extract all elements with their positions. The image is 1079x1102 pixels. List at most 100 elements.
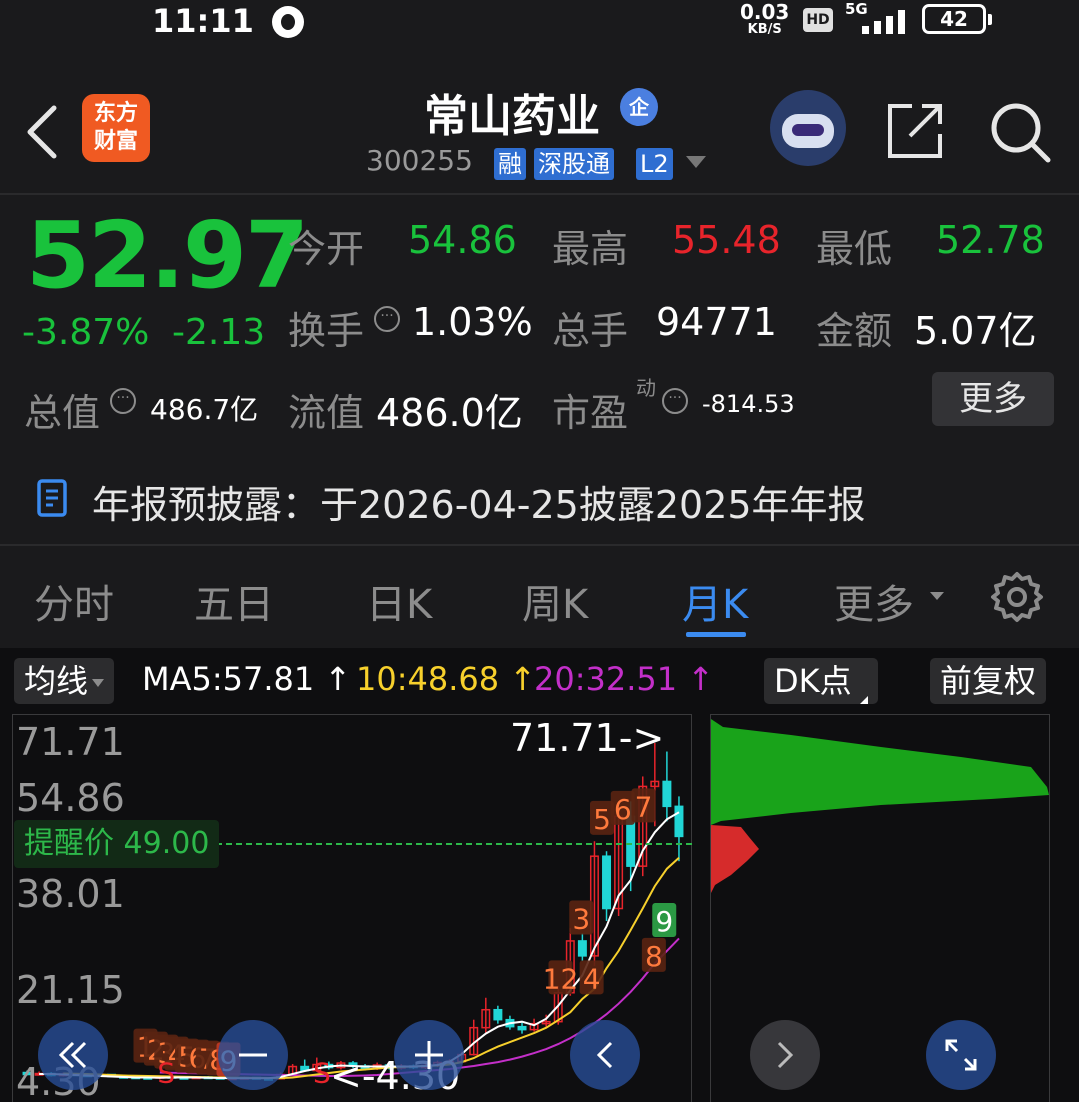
candle-body bbox=[493, 1008, 503, 1021]
ma5-readout: MA5:57.81 ↑ bbox=[142, 660, 352, 698]
alert-price-line bbox=[206, 843, 692, 845]
document-icon bbox=[37, 479, 67, 517]
indicator-select[interactable]: 均线 bbox=[14, 658, 115, 704]
y-tick-label: 71.71 bbox=[16, 720, 125, 764]
share-icon[interactable] bbox=[886, 100, 946, 160]
double-chevron-left-icon bbox=[58, 1041, 87, 1069]
tab-five-day[interactable]: 五日 bbox=[194, 572, 274, 630]
company-badge[interactable]: 企 bbox=[620, 88, 658, 126]
active-tab-indicator bbox=[686, 632, 746, 637]
dk-point-button[interactable]: DK点 bbox=[764, 658, 878, 704]
volume-label: 总手 bbox=[552, 309, 629, 353]
tab-daily-k[interactable]: 日K bbox=[366, 572, 432, 630]
expand-icon bbox=[945, 1039, 977, 1071]
more-stats-button[interactable]: 更多 bbox=[932, 372, 1054, 426]
info-icon[interactable]: ··· bbox=[662, 388, 688, 414]
zoom-out-button[interactable] bbox=[218, 1020, 288, 1090]
signal-label: 6 bbox=[614, 793, 632, 826]
signal-label: 5 bbox=[593, 803, 611, 836]
scroll-right-button[interactable] bbox=[750, 1020, 820, 1090]
signal-label: 8 bbox=[645, 940, 663, 973]
ma10-readout: 10:48.68 ↑ bbox=[356, 660, 537, 698]
high-label: 最高 bbox=[552, 227, 629, 271]
y-tick-label: 54.86 bbox=[16, 776, 125, 820]
annual-report-notice[interactable]: 年报预披露：于2026-04-25披露2025年年报 bbox=[92, 474, 866, 529]
info-icon[interactable]: ··· bbox=[374, 306, 400, 332]
pe-label: 市盈 bbox=[552, 391, 629, 435]
minus-icon bbox=[239, 1053, 267, 1057]
back-arrow-icon[interactable] bbox=[22, 104, 62, 160]
last-price: 52.97 bbox=[26, 202, 309, 309]
tab-monthly-k[interactable]: 月K bbox=[682, 572, 748, 630]
alert-price-label[interactable]: 提醒价 49.00 bbox=[14, 820, 220, 868]
signal-label: S bbox=[157, 1057, 175, 1090]
chevron-down-icon[interactable] bbox=[686, 156, 706, 168]
chevron-right-icon bbox=[777, 1041, 794, 1069]
network-speed-unit: KB/S bbox=[747, 22, 782, 37]
market-cap-value: 486.7亿 bbox=[150, 393, 259, 426]
candle-body bbox=[674, 805, 684, 838]
float-cap-value: 486.0亿 bbox=[376, 391, 523, 435]
volume-profile-upper bbox=[711, 719, 1049, 825]
open-value: 54.86 bbox=[408, 218, 517, 262]
tab-weekly-k[interactable]: 周K bbox=[522, 572, 588, 630]
scroll-left-button[interactable] bbox=[570, 1020, 640, 1090]
app-logo[interactable]: 东方 财富 bbox=[82, 94, 150, 162]
indicator-label: 均线 bbox=[24, 662, 89, 700]
forward-adjust-button[interactable]: 前复权 bbox=[930, 658, 1047, 704]
candle-body bbox=[517, 1025, 527, 1031]
corner-triangle-icon bbox=[859, 696, 868, 704]
battery-icon: 42 bbox=[922, 4, 992, 34]
level2-tag[interactable]: L2 bbox=[636, 148, 673, 180]
period-high-marker: 71.71-> bbox=[510, 716, 665, 760]
candle-body bbox=[602, 855, 612, 910]
y-tick-label: 38.01 bbox=[16, 872, 125, 916]
network-speed-value: 0.03 bbox=[740, 0, 790, 24]
turnover-label: 换手 bbox=[288, 309, 365, 353]
hd-icon: HD bbox=[803, 8, 833, 32]
chevron-down-icon[interactable] bbox=[930, 592, 944, 600]
y-tick-label: 21.15 bbox=[16, 968, 125, 1012]
volume-profile-lower bbox=[711, 825, 759, 893]
network-speed: 0.03 KB/S bbox=[740, 2, 789, 37]
tab-more[interactable]: 更多 bbox=[834, 572, 914, 630]
ma20-readout: 20:32.51 ↑ bbox=[534, 660, 715, 698]
change-percent: -3.87% bbox=[22, 312, 150, 353]
float-cap-label: 流值 bbox=[288, 391, 365, 435]
zoom-in-button[interactable] bbox=[394, 1020, 464, 1090]
margin-tag[interactable]: 融 bbox=[494, 148, 526, 180]
amount-value: 5.07亿 bbox=[914, 309, 1037, 353]
app-notification-icon bbox=[272, 6, 304, 38]
assistant-robot-avatar[interactable] bbox=[770, 90, 846, 166]
signal-label: 12 bbox=[543, 962, 579, 995]
status-time: 11:11 bbox=[152, 2, 254, 40]
search-icon[interactable] bbox=[988, 100, 1052, 164]
tab-intraday[interactable]: 分时 bbox=[34, 572, 114, 630]
pe-dynamic-superscript: 动 bbox=[636, 376, 656, 400]
gear-icon[interactable] bbox=[990, 570, 1044, 624]
amount-label: 金额 bbox=[816, 309, 893, 353]
turnover-value: 1.03% bbox=[412, 300, 533, 344]
candle-body bbox=[662, 780, 672, 808]
signal-icon bbox=[862, 10, 908, 34]
shenzhen-connect-tag[interactable]: 深股通 bbox=[534, 148, 614, 180]
stock-name: 常山药业 bbox=[424, 91, 600, 142]
plus-icon bbox=[415, 1041, 443, 1069]
divider bbox=[0, 544, 1079, 546]
chevron-left-icon bbox=[596, 1041, 613, 1069]
period-tabs: 分时 五日 日K 周K 月K 更多 bbox=[0, 548, 1079, 646]
chevron-down-icon bbox=[92, 679, 105, 687]
fullscreen-button[interactable] bbox=[926, 1020, 996, 1090]
status-bar: 11:11 0.03 KB/S HD 5G 42 bbox=[0, 0, 1079, 48]
signal-label: 4 bbox=[583, 962, 601, 995]
divider bbox=[0, 193, 1079, 195]
stock-header: 东方 财富 常山药业 企 300255 融 深股通 L2 bbox=[0, 60, 1079, 194]
high-value: 55.48 bbox=[672, 218, 781, 262]
low-value: 52.78 bbox=[936, 218, 1045, 262]
signal-label: 7 bbox=[635, 790, 653, 823]
info-icon[interactable]: ··· bbox=[110, 388, 136, 414]
scroll-left-fast-button[interactable] bbox=[38, 1020, 108, 1090]
open-label: 今开 bbox=[288, 227, 365, 271]
pe-value: -814.53 bbox=[702, 390, 795, 418]
volume-value: 94771 bbox=[656, 300, 777, 344]
